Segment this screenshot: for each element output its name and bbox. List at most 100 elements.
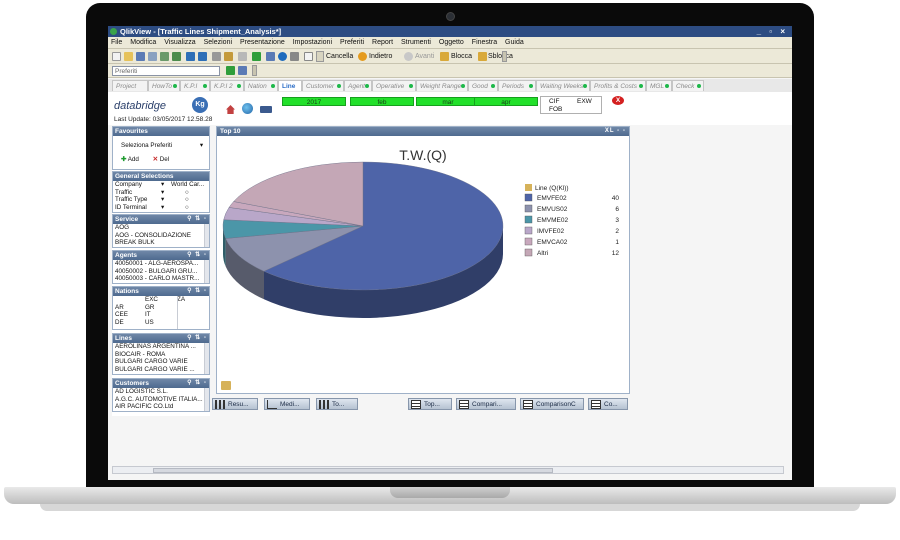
bottom-tab-top[interactable]: Top... [408, 398, 452, 410]
save-icon[interactable] [136, 52, 145, 61]
filter-month-feb[interactable]: feb [350, 97, 414, 106]
chart-window-icons[interactable]: XL ▫ ▫ [605, 127, 626, 136]
sblocca-button[interactable]: Sblocca [488, 51, 513, 62]
legend-label[interactable]: EMVUS02 [537, 206, 568, 213]
radio-icon[interactable]: ○ [185, 196, 189, 204]
selection-row[interactable]: Company ▾ World Car... [113, 181, 209, 189]
forward-arrow-icon[interactable] [404, 52, 413, 61]
menu-impostazioni[interactable]: Impostazioni [290, 37, 335, 49]
filter-month-mar[interactable]: mar [416, 97, 480, 106]
undo-icon[interactable] [186, 52, 195, 61]
list-item[interactable]: AOG - CONSOLIDAZIONE [113, 232, 209, 240]
bookmark-options-icon[interactable] [238, 66, 247, 75]
list-item[interactable]: A.G.C. AUTOMOTIVE ITALIA... [113, 396, 209, 404]
bottom-tab-compari[interactable]: Compari... [456, 398, 516, 410]
add-favourite-button[interactable]: Add [128, 156, 139, 163]
cancella-button[interactable]: Cancella [326, 51, 353, 62]
help-icon[interactable] [278, 52, 287, 61]
tab-project[interactable]: Project [112, 80, 148, 91]
nation-cell[interactable]: ZA [177, 296, 185, 304]
cancella-dropdown-icon[interactable] [316, 51, 324, 62]
horizontal-scrollbar[interactable] [112, 466, 784, 474]
menu-modifica[interactable]: Modifica [127, 37, 159, 49]
add-bookmark-star-icon[interactable] [226, 66, 235, 75]
favourites-select[interactable]: Seleziona Preferiti ▾ [113, 142, 209, 150]
zoom-icon[interactable] [290, 52, 299, 61]
nation-cell[interactable]: IT [145, 311, 151, 319]
menu-strumenti[interactable]: Strumenti [398, 37, 434, 49]
avanti-button[interactable]: Avanti [415, 51, 434, 62]
tab-profits-costs[interactable]: Profits & Costs [590, 80, 646, 91]
menu-oggetto[interactable]: Oggetto [436, 37, 467, 49]
indietro-button[interactable]: Indietro [369, 51, 392, 62]
tab-operative[interactable]: Operative [372, 80, 416, 91]
list-item[interactable]: 40050001 - ALG-AEROSPA... [113, 260, 209, 268]
chart-options-icon[interactable] [221, 381, 231, 390]
unlock-icon[interactable] [478, 52, 487, 61]
incoterm-exw[interactable]: EXW [577, 98, 592, 105]
tab-kpi[interactable]: K.P.I [180, 80, 210, 91]
open-folder-icon[interactable] [124, 52, 133, 61]
bottom-tab-medi[interactable]: Medi... [264, 398, 310, 410]
tab-periods[interactable]: Periods [498, 80, 536, 91]
tab-agent[interactable]: Agent [344, 80, 372, 91]
bottom-tab-co[interactable]: Co... [588, 398, 628, 410]
tab-good[interactable]: Good [468, 80, 498, 91]
nation-cell[interactable]: CEE [115, 311, 128, 318]
lock-icon[interactable] [440, 52, 449, 61]
list-item[interactable]: 40050002 - BULGARI GRU... [113, 268, 209, 276]
legend-swatch[interactable] [524, 215, 533, 224]
tab-waiting-weeks[interactable]: Waiting Weeks [536, 80, 590, 91]
menu-preferiti[interactable]: Preferiti [337, 37, 367, 49]
legend-swatch[interactable] [524, 204, 533, 213]
scrollbar-thumb[interactable] [153, 468, 553, 473]
toolbar-grip[interactable] [502, 51, 507, 62]
list-item[interactable]: AD LOGISTIC S.L. [113, 388, 209, 396]
listbox-header-icons[interactable]: ⚲ ⇅ ▫ [187, 251, 207, 260]
bottom-tab-resu[interactable]: Resu... [212, 398, 258, 410]
tab-nation[interactable]: Nation [244, 80, 278, 91]
tab-howto[interactable]: HowTo [148, 80, 180, 91]
properties-icon[interactable] [238, 52, 247, 61]
reload-icon[interactable] [172, 52, 181, 61]
menu-guida[interactable]: Guida [502, 37, 527, 49]
list-item[interactable]: BULGARI CARGO VARIE ... [113, 366, 209, 374]
legend-label[interactable]: EMVFE02 [537, 195, 567, 202]
tab-kpi-2[interactable]: K.P.I 2 [210, 80, 244, 91]
menu-report[interactable]: Report [369, 37, 396, 49]
legend-label[interactable]: EMVCA02 [537, 239, 568, 246]
list-item[interactable]: BULGARI CARGO VARIE [113, 358, 209, 366]
list-item[interactable]: BIOCAIR - ROMA [113, 351, 209, 359]
list-item[interactable]: AEROLINAS ARGENTINA ... [113, 343, 209, 351]
export-icon[interactable] [160, 52, 169, 61]
redo-icon[interactable] [198, 52, 207, 61]
tab-customer[interactable]: Customer [302, 80, 344, 91]
back-arrow-icon[interactable] [358, 52, 367, 61]
clear-all-button[interactable]: X [612, 96, 624, 105]
settings-icon[interactable] [266, 52, 275, 61]
listbox-header-icons[interactable]: ⚲ ⇅ ▫ [187, 215, 207, 224]
nation-cell[interactable]: EXC [145, 296, 158, 304]
search-icon[interactable] [212, 52, 221, 61]
toolbar2-grip[interactable] [252, 65, 257, 76]
new-doc-icon[interactable] [112, 52, 121, 61]
filter-month-apr[interactable]: apr [474, 97, 538, 106]
legend-label[interactable]: EMVME02 [537, 217, 568, 224]
print-icon[interactable] [148, 52, 157, 61]
bottom-tab-to[interactable]: To... [316, 398, 358, 410]
bookmark-star-icon[interactable] [252, 52, 261, 61]
nation-cell[interactable]: GR [145, 304, 154, 312]
edit-script-icon[interactable] [224, 52, 233, 61]
legend-swatch[interactable] [524, 193, 533, 202]
globe-icon[interactable] [242, 103, 253, 114]
tab-mgl[interactable]: MGL [646, 80, 672, 91]
menu-file[interactable]: File [108, 37, 125, 49]
bottom-tab-comparisonc[interactable]: ComparisonC [520, 398, 584, 410]
list-item[interactable]: AIR PACIFIC CO.Ltd [113, 403, 209, 411]
legend-label[interactable]: IMVFE02 [537, 228, 564, 235]
menu-presentazione[interactable]: Presentazione [237, 37, 288, 49]
menu-finestra[interactable]: Finestra [469, 37, 500, 49]
listbox-header-icons[interactable]: ⚲ ⇅ ▫ [187, 334, 207, 343]
scrollbar[interactable] [204, 260, 209, 283]
legend-sort-icon[interactable] [525, 184, 532, 191]
